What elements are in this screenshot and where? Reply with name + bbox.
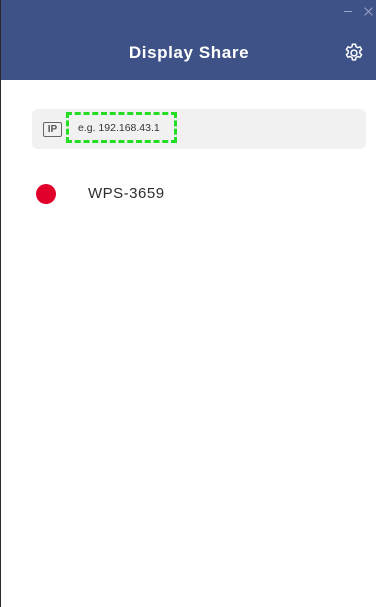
ip-badge-icon: IP bbox=[43, 122, 62, 137]
page-title: Display Share bbox=[128, 43, 250, 62]
window-controls bbox=[343, 6, 373, 16]
settings-button[interactable] bbox=[343, 42, 365, 64]
device-list-item[interactable]: WPS-3659 bbox=[35, 182, 355, 204]
minimize-icon[interactable] bbox=[343, 6, 353, 16]
display-share-window: Display Share IP WPS-3659 bbox=[0, 0, 376, 607]
device-status-dot bbox=[36, 184, 56, 204]
close-icon[interactable] bbox=[363, 6, 373, 16]
gear-icon bbox=[345, 43, 363, 61]
ip-address-input[interactable] bbox=[66, 112, 177, 143]
ip-address-bar: IP bbox=[32, 109, 366, 149]
title-bar: Display Share bbox=[1, 0, 376, 80]
device-name: WPS-3659 bbox=[88, 185, 165, 202]
